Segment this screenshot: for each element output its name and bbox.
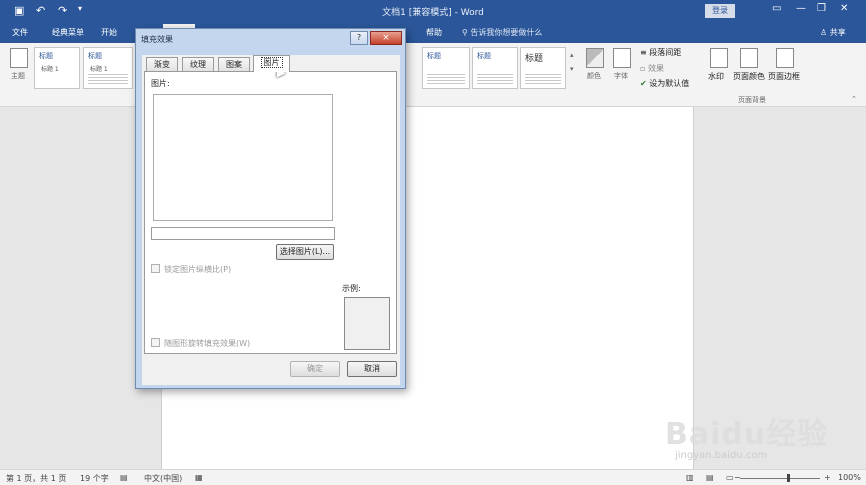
tab-picture-label: 图片 (260, 57, 283, 68)
watermark-label[interactable]: 水印 (708, 71, 724, 82)
user-icon: ♙ (820, 28, 830, 37)
sample-label: 示例: (342, 284, 361, 293)
tab-help[interactable]: 帮助 (426, 27, 442, 38)
style-thumb-5[interactable]: 标题 (472, 47, 518, 89)
style-thumb-4[interactable]: 标题 (422, 47, 470, 89)
zoom-level[interactable]: 100% (838, 473, 861, 482)
login-button[interactable]: 登录 (705, 4, 735, 18)
lock-ratio-checkbox[interactable] (151, 264, 160, 273)
ribbon-display-icon[interactable]: ▭ (772, 3, 781, 14)
tab-texture[interactable]: 纹理 (182, 57, 214, 71)
zoom-slider-thumb[interactable] (787, 474, 790, 482)
paragraph-spacing-icon: ≡ (640, 48, 650, 57)
themes-icon[interactable] (10, 48, 28, 68)
style-thumb-title: 标题 (427, 52, 441, 60)
share-label: 共享 (829, 28, 846, 37)
select-picture-button[interactable]: 选择图片(L)... (276, 244, 334, 260)
set-default-button[interactable]: ✔ 设为默认值 (640, 78, 689, 89)
style-thumb-title: 标题 (477, 52, 491, 60)
close-window-icon[interactable]: ✕ (840, 3, 848, 14)
zoom-in-icon[interactable]: + (824, 473, 831, 482)
restore-icon[interactable]: ❐ (817, 3, 826, 14)
ribbon: 主题 标题 标题 1 标题 标题 1 标题 标题 标题 ▴ ▾ 颜色 字体 ≡ … (0, 43, 866, 107)
picture-label: 图片: (151, 79, 170, 88)
page-color-icon[interactable] (740, 48, 758, 68)
style-thumb-lines (525, 72, 561, 86)
watermark-icon[interactable] (710, 48, 728, 68)
macro-icon[interactable]: ▦ (195, 473, 203, 482)
style-thumb-1[interactable]: 标题 标题 1 (34, 47, 80, 89)
print-layout-icon[interactable]: ▤ (706, 473, 714, 482)
read-mode-icon[interactable]: ▥ (686, 473, 694, 482)
dialog-close-button[interactable]: × (370, 31, 402, 45)
fonts-label: 字体 (614, 72, 628, 80)
check-icon: ✔ (640, 79, 650, 88)
tab-pattern[interactable]: 图案 (218, 57, 250, 71)
style-thumb-title: 标题 (39, 52, 53, 60)
tell-me-search[interactable]: ⚲ 告诉我你想要做什么 (462, 27, 542, 38)
tab-picture[interactable]: 图片 (253, 55, 290, 72)
title-bar: ▣ ↶ ↷ ▾ 文档1 [兼容模式] - Word 登录 ▭ — ❐ ✕ (0, 0, 866, 22)
language[interactable]: 中文(中国) (144, 473, 182, 484)
gallery-up-icon[interactable]: ▴ (570, 51, 574, 59)
status-bar: 第 1 页，共 1 页 19 个字 ▤ 中文(中国) ▦ ▥ ▤ ▭ − + 1… (0, 469, 866, 485)
paragraph-spacing-label: 段落间距 (649, 48, 682, 57)
window-title: 文档1 [兼容模式] - Word (382, 8, 484, 18)
tab-file[interactable]: 文件 (12, 27, 28, 38)
picture-tab-panel: 图片: 选择图片(L)... 锁定图片纵横比(P) 示例: 随图形旋转填充效果(… (144, 71, 397, 354)
zoom-slider[interactable] (740, 478, 820, 479)
effects-label: 效果 (647, 64, 664, 73)
share-button[interactable]: ♙ 共享 (820, 27, 846, 38)
themes-label: 主题 (11, 72, 25, 80)
page-border-label[interactable]: 页面边框 (768, 71, 800, 82)
style-thumb-title: 标题 (525, 54, 544, 64)
fill-effects-dialog: 填充效果 ? × 渐变 纹理 图案 图片 图片: 选择图片(L)... 锁定图片… (135, 28, 406, 389)
zoom-out-icon[interactable]: − (734, 473, 741, 482)
collapse-ribbon-icon[interactable]: ⌃ (851, 95, 857, 103)
search-placeholder: 告诉我你想要做什么 (470, 28, 543, 37)
rotate-with-shape-label: 随图形旋转填充效果(W) (164, 339, 251, 348)
minimize-icon[interactable]: — (796, 3, 806, 14)
style-thumb-lines (88, 72, 128, 86)
page-color-label[interactable]: 页面颜色 (733, 71, 765, 82)
cancel-button[interactable]: 取消 (347, 361, 397, 377)
dialog-title: 填充效果 (141, 35, 173, 44)
proofing-icon[interactable]: ▤ (120, 473, 128, 482)
page-count[interactable]: 第 1 页，共 1 页 (6, 473, 66, 484)
paragraph-spacing-button[interactable]: ≡ 段落间距 (640, 47, 681, 58)
picture-preview (153, 94, 333, 221)
tab-classic-menu[interactable]: 经典菜单 (52, 27, 84, 38)
effects-button[interactable]: ▫ 效果 (640, 63, 664, 74)
ok-button[interactable]: 确定 (290, 361, 340, 377)
fonts-icon[interactable] (613, 48, 631, 68)
style-thumb-lines (477, 72, 513, 86)
ribbon-tabs: 文件 经典菜单 开始 帮助 ⚲ 告诉我你想要做什么 ♙ 共享 (0, 22, 866, 43)
rotate-with-shape-checkbox[interactable] (151, 338, 160, 347)
style-thumb-title: 标题 (88, 52, 102, 60)
picture-name-field (151, 227, 335, 240)
word-count[interactable]: 19 个字 (80, 473, 109, 484)
style-thumb-6[interactable]: 标题 (520, 47, 566, 89)
colors-label: 颜色 (587, 72, 601, 80)
gallery-down-icon[interactable]: ▾ (570, 65, 574, 73)
effects-icon: ▫ (640, 64, 648, 73)
sample-preview (344, 297, 390, 350)
page-background-group-label: 页面背景 (738, 96, 766, 104)
dialog-body: 渐变 纹理 图案 图片 图片: 选择图片(L)... 锁定图片纵横比(P) 示例… (142, 55, 400, 385)
tab-gradient[interactable]: 渐变 (146, 57, 178, 71)
lock-ratio-label: 锁定图片纵横比(P) (164, 265, 232, 274)
tab-home[interactable]: 开始 (101, 27, 117, 38)
set-default-label: 设为默认值 (649, 79, 690, 88)
page-border-icon[interactable] (776, 48, 794, 68)
style-thumb-2[interactable]: 标题 标题 1 (83, 47, 133, 89)
style-thumb-lines (427, 72, 465, 86)
web-layout-icon[interactable]: ▭ (726, 473, 734, 482)
colors-icon[interactable] (586, 48, 604, 68)
help-button[interactable]: ? (350, 31, 368, 45)
style-thumb-sub: 标题 1 (41, 66, 59, 73)
